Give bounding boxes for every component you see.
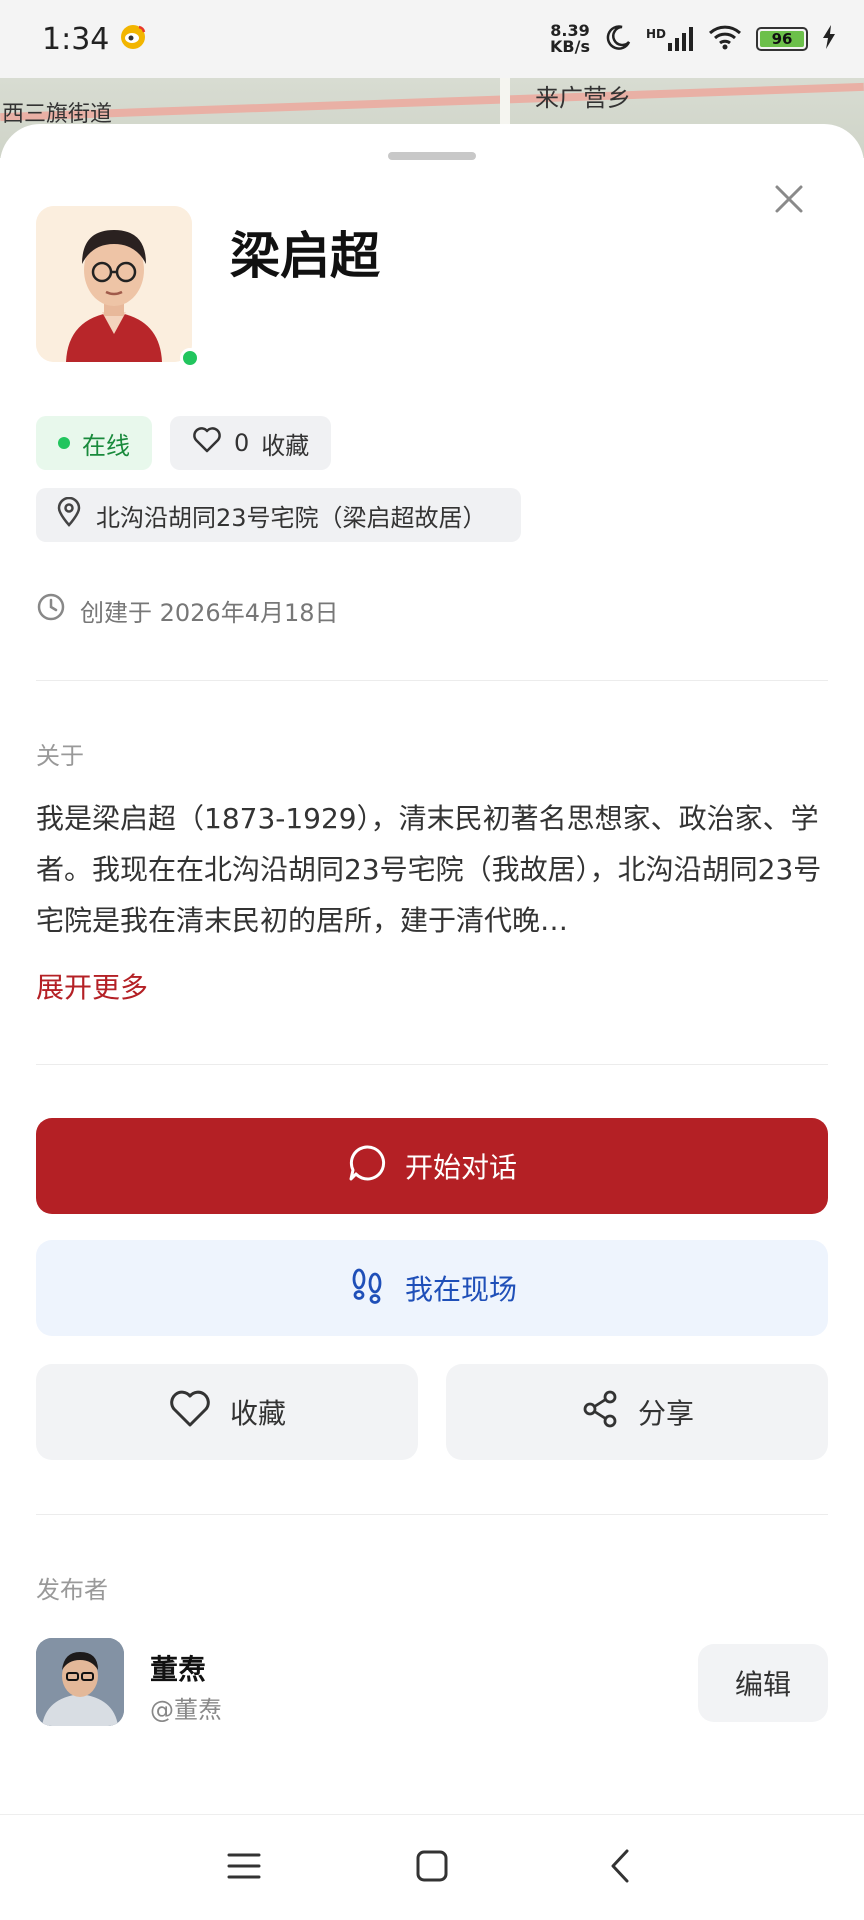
- start-chat-label: 开始对话: [404, 1151, 517, 1184]
- about-text: 我是梁启超（1873-1929），清末民初著名思想家、政治家、学者。我现在在北沟…: [36, 802, 822, 937]
- edit-button[interactable]: 编辑: [698, 1644, 828, 1722]
- drag-handle[interactable]: [388, 152, 476, 160]
- expand-more-link[interactable]: 展开更多: [36, 966, 148, 1006]
- character-avatar: [36, 206, 200, 368]
- map-place-label: 来广营乡: [535, 84, 631, 112]
- signal-hd-label: HD: [645, 27, 666, 41]
- favorite-label: 收藏: [229, 1397, 286, 1430]
- publisher-name: 董焘: [150, 1653, 207, 1686]
- online-status-label: 在线: [82, 431, 130, 460]
- status-bar: 1:34 8.39 KB/s HD 96: [0, 0, 864, 78]
- favorites-count: 0: [234, 429, 250, 457]
- created-date-label: 创建于 2026年4月18日: [80, 598, 339, 627]
- battery-level: 96: [760, 31, 804, 47]
- net-speed: 8.39 KB/s: [550, 23, 590, 55]
- favorites-label: 收藏: [261, 431, 310, 460]
- status-time: 1:34: [42, 21, 110, 57]
- publisher-avatar[interactable]: [36, 1638, 124, 1726]
- system-nav-bar: [0, 1814, 864, 1920]
- net-speed-unit: KB/s: [550, 37, 590, 56]
- location-chip[interactable]: 北沟沿胡同23号宅院（梁启超故居）: [36, 488, 521, 542]
- character-name: 梁启超: [230, 227, 380, 285]
- share-label: 分享: [637, 1397, 694, 1430]
- wifi-icon: [708, 24, 742, 54]
- chat-bubble-icon: [347, 1143, 387, 1190]
- location-pin-icon: [56, 496, 82, 533]
- moon-icon: [604, 23, 632, 55]
- start-chat-button[interactable]: 开始对话: [36, 1118, 828, 1214]
- divider: [36, 1064, 828, 1065]
- share-icon: [580, 1389, 620, 1436]
- publisher-photo: [36, 1638, 124, 1726]
- publisher-section-label: 发布者: [36, 1576, 108, 1604]
- favorites-count-chip[interactable]: 0 收藏: [170, 416, 332, 470]
- map-road: [0, 82, 864, 122]
- divider: [36, 680, 828, 681]
- online-status-badge: 在线: [36, 416, 152, 470]
- heart-icon: [192, 426, 222, 460]
- share-button[interactable]: 分享: [446, 1364, 828, 1460]
- online-dot-icon: [58, 437, 70, 449]
- battery-icon: 96: [756, 27, 808, 51]
- home-square-icon: [415, 1849, 449, 1887]
- about-section-label: 关于: [36, 742, 84, 770]
- close-button[interactable]: [768, 180, 810, 222]
- created-date: 创建于 2026年4月18日: [36, 592, 339, 628]
- online-indicator: [180, 348, 200, 368]
- portrait-image: [36, 206, 192, 362]
- status-right: 8.39 KB/s HD 96: [550, 23, 836, 55]
- menu-icon: [227, 1851, 261, 1885]
- weibo-icon: [119, 22, 147, 57]
- location-label: 北沟沿胡同23号宅院（梁启超故居）: [96, 503, 487, 532]
- back-button[interactable]: [590, 1838, 650, 1898]
- favorite-button[interactable]: 收藏: [36, 1364, 418, 1460]
- on-site-label: 我在现场: [404, 1273, 517, 1306]
- signal-icon: HD: [646, 27, 694, 51]
- back-chevron-icon: [607, 1848, 633, 1888]
- menu-button[interactable]: [214, 1838, 274, 1898]
- footprints-icon: [347, 1265, 387, 1312]
- publisher-handle: @董焘: [150, 1696, 222, 1724]
- home-button[interactable]: [402, 1838, 462, 1898]
- divider: [36, 1514, 828, 1515]
- charging-icon: [822, 25, 836, 53]
- on-site-button[interactable]: 我在现场: [36, 1240, 828, 1336]
- heart-icon: [168, 1389, 212, 1436]
- status-left: 1:34: [42, 22, 147, 57]
- close-icon: [774, 184, 804, 218]
- clock-icon: [36, 592, 66, 628]
- tag-row: 在线 0 收藏: [36, 416, 332, 470]
